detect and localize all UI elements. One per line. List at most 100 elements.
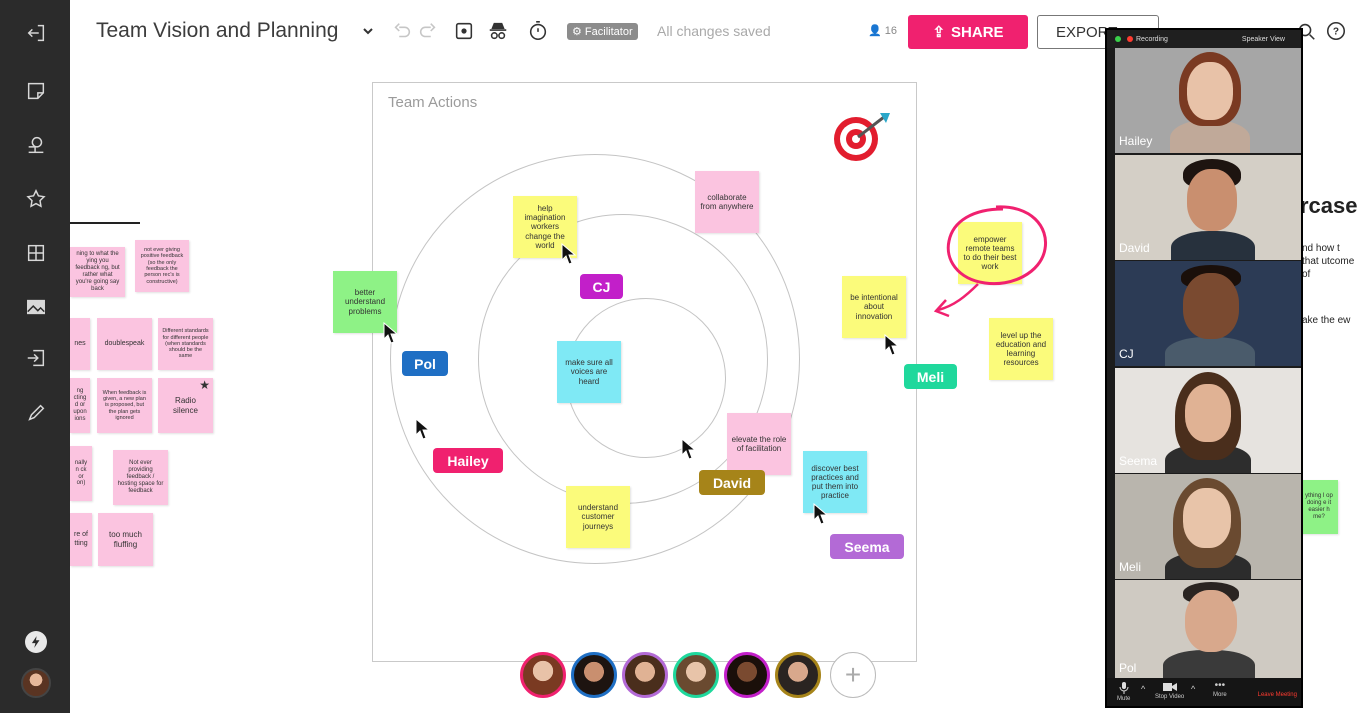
chevron-up-icon[interactable]: ^ bbox=[1191, 684, 1195, 694]
participant-avatar[interactable] bbox=[520, 652, 566, 698]
video-tile-hailey[interactable]: Hailey bbox=[1115, 48, 1301, 153]
participant-name: Meli bbox=[1119, 560, 1142, 574]
cursor-tag-meli: Meli bbox=[904, 364, 957, 389]
video-tile-david[interactable]: David bbox=[1115, 155, 1301, 260]
sticky-note[interactable]: Different standards for different people… bbox=[158, 318, 213, 370]
redo-icon[interactable] bbox=[416, 19, 440, 43]
video-panel-header: Recording Speaker View bbox=[1107, 30, 1301, 48]
frame-title: Team Actions bbox=[388, 94, 478, 111]
participant-avatar[interactable] bbox=[571, 652, 617, 698]
sticky-note[interactable]: nes bbox=[70, 318, 90, 370]
star-icon[interactable] bbox=[23, 186, 49, 212]
video-figure bbox=[1187, 169, 1237, 231]
video-figure bbox=[1165, 337, 1255, 366]
timer-icon[interactable] bbox=[526, 19, 550, 43]
sticky-note[interactable]: doublespeak bbox=[97, 318, 152, 370]
import-icon[interactable] bbox=[23, 345, 49, 371]
cursor-icon bbox=[415, 418, 431, 440]
cursor-icon bbox=[813, 503, 829, 525]
cursor-tag-pol: Pol bbox=[402, 351, 448, 376]
user-count[interactable]: 👤 16 bbox=[868, 24, 897, 38]
sticky-note[interactable]: When feedback is given, a new plan is pr… bbox=[97, 378, 152, 433]
leave-meeting-button[interactable]: Leave Meeting bbox=[1258, 692, 1297, 698]
circle-annotation bbox=[946, 205, 1048, 286]
add-participant-button[interactable]: + bbox=[830, 652, 876, 698]
exit-board-icon[interactable] bbox=[23, 20, 49, 46]
sticky-note[interactable]: collaborate from anywhere bbox=[695, 171, 759, 233]
sticky-note[interactable]: ning to what the ying you feedback ng, b… bbox=[70, 247, 125, 297]
participant-avatar[interactable] bbox=[673, 652, 719, 698]
sticky-note[interactable]: be intentional about innovation bbox=[842, 276, 906, 338]
video-figure bbox=[1185, 590, 1237, 652]
participant-avatar[interactable] bbox=[622, 652, 668, 698]
sticky-note[interactable]: make sure all voices are heard bbox=[557, 341, 621, 403]
present-icon[interactable] bbox=[452, 19, 476, 43]
partial-text: ake the ew bbox=[1302, 315, 1351, 326]
participant-name: Hailey bbox=[1119, 134, 1153, 148]
sticky-note[interactable]: ything I op doing e it easier h me? bbox=[1300, 480, 1338, 534]
arrow-annotation bbox=[933, 283, 979, 318]
sticky-note[interactable]: nally n ck or on) bbox=[70, 446, 92, 501]
board-title[interactable]: Team Vision and Planning bbox=[96, 19, 338, 43]
save-status: All changes saved bbox=[657, 23, 771, 39]
participant-avatar[interactable] bbox=[775, 652, 821, 698]
cursor-tag-cj: CJ bbox=[580, 274, 623, 299]
sticky-note[interactable]: Not ever providing feedback / hosting sp… bbox=[113, 450, 168, 505]
mute-button[interactable]: Mute bbox=[1117, 682, 1130, 702]
sticky-note[interactable]: level up the education and learning reso… bbox=[989, 318, 1053, 380]
image-icon[interactable] bbox=[23, 294, 49, 320]
cursor-icon bbox=[383, 322, 399, 344]
participant-name: Seema bbox=[1119, 454, 1158, 468]
chevron-up-icon[interactable]: ^ bbox=[1141, 684, 1145, 694]
recording-label: Recording bbox=[1136, 35, 1168, 43]
sticky-note[interactable]: ng cting d or upon ions bbox=[70, 378, 90, 433]
undo-icon[interactable] bbox=[390, 19, 414, 43]
video-figure bbox=[1171, 231, 1255, 260]
video-tile-meli[interactable]: Meli bbox=[1115, 474, 1301, 579]
stop-video-button[interactable]: Stop Video bbox=[1155, 682, 1184, 700]
video-tile-seema[interactable]: Seema bbox=[1115, 368, 1301, 473]
lightning-icon[interactable] bbox=[25, 631, 47, 653]
more-dots-icon: ••• bbox=[1214, 680, 1226, 691]
sticky-note[interactable]: not ever giving positive feedback (so th… bbox=[135, 240, 189, 292]
cursor-tag-david: David bbox=[699, 470, 765, 495]
user-icon: 👤 bbox=[868, 25, 882, 37]
participant-name: Pol bbox=[1119, 661, 1137, 675]
star-icon: ★ bbox=[199, 378, 210, 392]
speaker-view-button[interactable]: Speaker View bbox=[1242, 36, 1285, 43]
cursor-icon bbox=[681, 438, 697, 460]
more-button[interactable]: ••• More bbox=[1213, 680, 1227, 699]
video-tile-cj[interactable]: CJ bbox=[1115, 261, 1301, 366]
cursor-tag-hailey: Hailey bbox=[433, 448, 503, 473]
video-tile-pol[interactable]: Pol bbox=[1115, 580, 1301, 680]
upload-icon: ⇪ bbox=[932, 24, 946, 41]
plus-icon: + bbox=[844, 659, 862, 690]
sticky-note[interactable]: re of tting bbox=[70, 513, 92, 566]
sticky-note[interactable]: elevate the role of facilitation bbox=[727, 413, 791, 475]
sticky-note[interactable]: too much fluffing bbox=[98, 513, 153, 566]
user-count-value: 16 bbox=[884, 24, 897, 37]
cursor-tag-seema: Seema bbox=[830, 534, 904, 559]
grid-icon[interactable] bbox=[23, 240, 49, 266]
sticky-note-text: Radio silence bbox=[173, 396, 198, 415]
user-avatar[interactable] bbox=[21, 668, 51, 698]
shapes-icon[interactable] bbox=[23, 132, 49, 158]
sticky-note[interactable]: understand customer journeys bbox=[566, 486, 630, 548]
share-label: SHARE bbox=[951, 23, 1004, 41]
help-icon[interactable]: ? bbox=[1324, 19, 1348, 43]
facilitator-badge[interactable]: ⚙ Facilitator bbox=[567, 23, 638, 40]
private-mode-icon[interactable] bbox=[486, 19, 510, 43]
video-camera-icon bbox=[1162, 683, 1177, 691]
video-call-panel: Recording Speaker View Hailey David CJ S… bbox=[1105, 28, 1303, 708]
cursor-icon bbox=[561, 243, 577, 265]
sticky-note-icon[interactable] bbox=[23, 78, 49, 104]
target-icon bbox=[834, 113, 890, 161]
recording-dot-icon bbox=[1127, 36, 1133, 42]
sticky-note[interactable]: Radio silence ★ bbox=[158, 378, 213, 433]
partial-text: nd how t that utcome of bbox=[1302, 243, 1355, 280]
chevron-down-icon[interactable] bbox=[361, 24, 375, 38]
share-button[interactable]: ⇪ SHARE bbox=[908, 15, 1028, 49]
video-figure bbox=[1183, 488, 1231, 548]
participant-avatar[interactable] bbox=[724, 652, 770, 698]
pen-icon[interactable] bbox=[23, 400, 49, 426]
